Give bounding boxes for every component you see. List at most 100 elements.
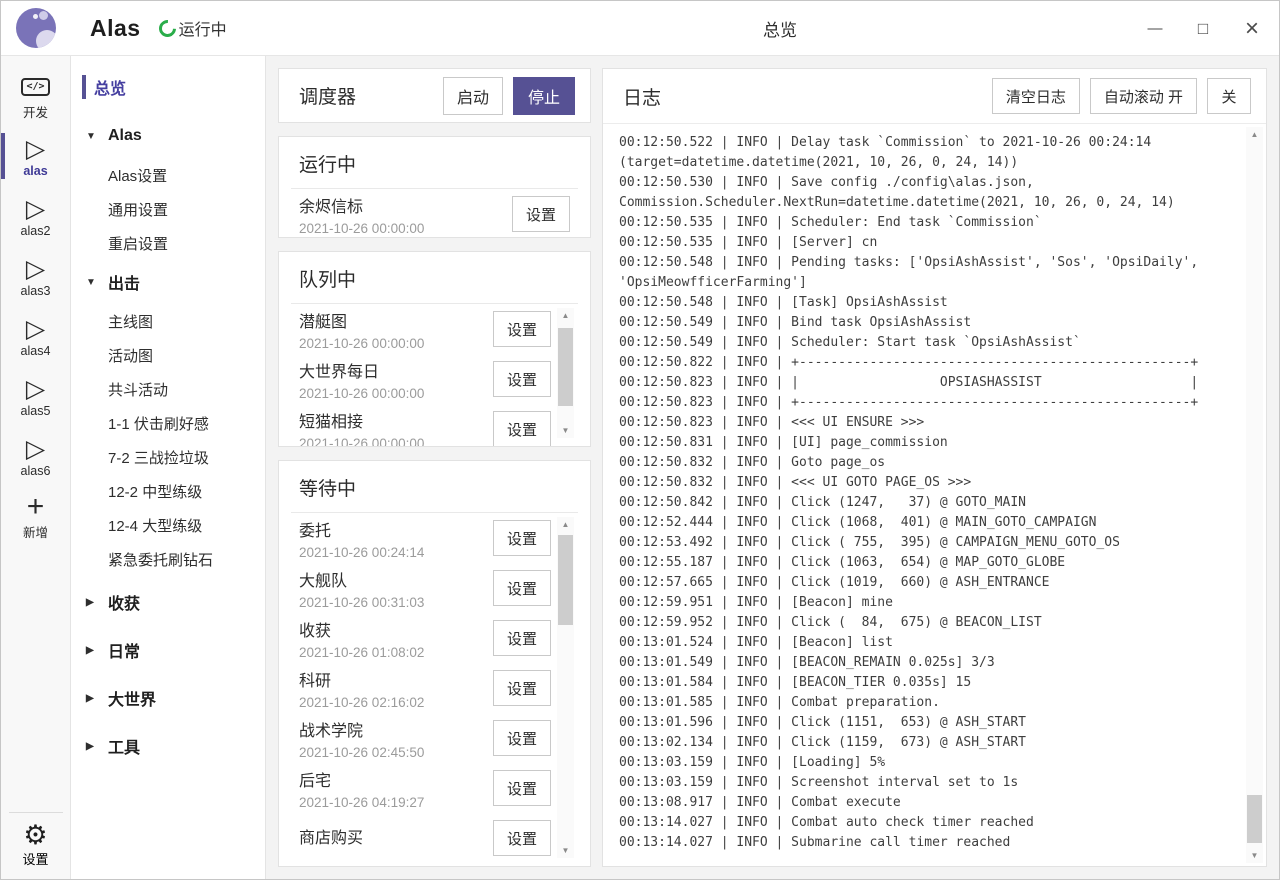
log-title: 日志 [623, 83, 982, 110]
rail-item-icon [26, 314, 45, 344]
menu-item[interactable]: 出击 [71, 260, 265, 304]
running-title: 运行中 [279, 137, 590, 188]
autoscroll-off-button[interactable]: 关 [1207, 78, 1251, 114]
rail-item-icon [26, 374, 45, 404]
scrollbar-thumb[interactable] [558, 328, 573, 406]
menu-item-label: 总览 [94, 75, 126, 99]
rail-item[interactable]: alas6 [1, 426, 70, 486]
maximize-icon[interactable]: □ [1192, 18, 1214, 40]
log-line: 00:13:01.549 | INFO | [BEACON_REMAIN 0.0… [619, 653, 1236, 673]
log-content[interactable]: 00:12:50.522 | INFO | Delay task `Commis… [603, 124, 1266, 866]
log-line: 00:12:57.665 | INFO | Click (1019, 660) … [619, 573, 1236, 593]
autoscroll-on-button[interactable]: 自动滚动 开 [1090, 78, 1197, 114]
task-row: 委托 2021-10-26 00:24:14 设置 [279, 513, 590, 563]
scrollbar-thumb[interactable] [1247, 795, 1262, 843]
menu-item[interactable]: 共斗活动 [71, 372, 265, 406]
task-info: 后宅 2021-10-26 04:19:27 [299, 767, 493, 810]
menu-item[interactable]: 重启设置 [71, 226, 265, 260]
scroll-up-icon[interactable] [557, 517, 574, 532]
task-config-button[interactable]: 设置 [493, 770, 551, 806]
scheduler-panel: 调度器 启动 停止 [278, 68, 591, 123]
log-scrollbar[interactable] [1246, 127, 1263, 863]
scroll-up-icon[interactable] [557, 308, 574, 323]
rail-item[interactable]: alas2 [1, 186, 70, 246]
task-config-button[interactable]: 设置 [493, 311, 551, 347]
log-line: 00:12:52.444 | INFO | Click (1068, 401) … [619, 513, 1236, 533]
rail-item[interactable]: alas3 [1, 246, 70, 306]
queued-task-list: 潜艇图 2021-10-26 00:00:00 设置 大世界每日 2021-10… [279, 304, 590, 447]
rail-item[interactable]: 新增 [1, 486, 70, 546]
log-line: 00:12:50.842 | INFO | Click (1247, 37) @… [619, 493, 1236, 513]
collapse-arrow-icon [86, 741, 108, 752]
task-row: 大舰队 2021-10-26 00:31:03 设置 [279, 563, 590, 613]
menu-item[interactable]: 日常 [71, 628, 265, 672]
task-info: 余烬信标 2021-10-26 00:00:00 [299, 193, 512, 236]
scroll-down-icon[interactable] [1246, 848, 1263, 863]
waiting-scrollbar[interactable] [557, 517, 574, 858]
task-config-button[interactable]: 设置 [512, 196, 570, 232]
menu-item-label: 大世界 [108, 686, 156, 710]
waiting-panel: 等待中 委托 2021-10-26 00:24:14 设置 [278, 460, 591, 867]
instance-rail: 开发 alas alas2 alas3 [1, 56, 71, 879]
task-config-button[interactable]: 设置 [493, 520, 551, 556]
rail-item[interactable]: alas5 [1, 366, 70, 426]
scroll-up-icon[interactable] [1246, 127, 1263, 142]
titlebar: Alas 运行中 总览 — □ × [1, 1, 1279, 56]
run-status: 运行中 [159, 16, 227, 40]
task-config-button[interactable]: 设置 [493, 720, 551, 756]
task-config-button[interactable]: 设置 [493, 411, 551, 447]
start-button[interactable]: 启动 [443, 77, 503, 115]
menu-item-label: 通用设置 [108, 199, 168, 220]
rail-item[interactable]: 开发 [1, 66, 70, 126]
close-icon[interactable]: × [1241, 18, 1263, 40]
menu-item[interactable]: 总览 [71, 70, 265, 104]
menu-item[interactable]: 12-2 中型练级 [71, 474, 265, 508]
scrollbar-thumb[interactable] [558, 535, 573, 625]
log-line: 00:12:50.549 | INFO | Bind task OpsiAshA… [619, 313, 1236, 333]
rail-item-label: alas2 [21, 224, 51, 238]
minimize-icon[interactable]: — [1143, 18, 1165, 40]
rail-settings-button[interactable]: 设置 [1, 815, 70, 873]
rail-item[interactable]: alas4 [1, 306, 70, 366]
menu-item-label: 1-1 伏击刷好感 [108, 413, 209, 434]
task-time: 2021-10-26 04:19:27 [299, 795, 493, 810]
rail-item-label: alas5 [21, 404, 51, 418]
task-config-button[interactable]: 设置 [493, 670, 551, 706]
menu-item-label: 7-2 三战捡垃圾 [108, 447, 209, 468]
menu-item-label: 12-4 大型练级 [108, 515, 202, 536]
clear-log-button[interactable]: 清空日志 [992, 78, 1080, 114]
menu-item[interactable]: 活动图 [71, 338, 265, 372]
menu-item[interactable]: 紧急委托刷钻石 [71, 542, 265, 576]
task-config-button[interactable]: 设置 [493, 570, 551, 606]
menu-item[interactable]: Alas [71, 114, 265, 158]
task-config-button[interactable]: 设置 [493, 361, 551, 397]
menu-item[interactable]: 大世界 [71, 676, 265, 720]
log-line: 00:12:50.549 | INFO | Scheduler: Start t… [619, 333, 1236, 353]
running-spinner-icon [155, 16, 179, 40]
task-info: 潜艇图 2021-10-26 00:00:00 [299, 308, 493, 351]
queued-scrollbar[interactable] [557, 308, 574, 438]
scroll-down-icon[interactable] [557, 423, 574, 438]
menu-item[interactable]: 通用设置 [71, 192, 265, 226]
rail-item[interactable]: alas [1, 126, 70, 186]
log-line: 00:12:50.823 | INFO | +-----------------… [619, 393, 1236, 413]
menu-item[interactable]: 7-2 三战捡垃圾 [71, 440, 265, 474]
menu-item[interactable]: 12-4 大型练级 [71, 508, 265, 542]
menu-item[interactable]: 主线图 [71, 304, 265, 338]
log-line: 00:12:59.951 | INFO | [Beacon] mine [619, 593, 1236, 613]
menu-item[interactable]: 工具 [71, 724, 265, 768]
main-area: 调度器 启动 停止 运行中 余烬信标 2021-10-26 00:00:0 [266, 56, 1279, 879]
menu-item[interactable]: 收获 [71, 580, 265, 624]
menu-item[interactable]: 1-1 伏击刷好感 [71, 406, 265, 440]
app-name: Alas [90, 15, 141, 42]
menu-item-label: Alas设置 [108, 165, 167, 186]
menu-item[interactable]: Alas设置 [71, 158, 265, 192]
task-name: 余烬信标 [299, 193, 512, 217]
scroll-down-icon[interactable] [557, 843, 574, 858]
stop-button[interactable]: 停止 [513, 77, 575, 115]
task-time: 2021-10-26 00:24:14 [299, 545, 493, 560]
task-config-button[interactable]: 设置 [493, 620, 551, 656]
task-config-button[interactable]: 设置 [493, 820, 551, 856]
task-info: 科研 2021-10-26 02:16:02 [299, 667, 493, 710]
waiting-title: 等待中 [279, 461, 590, 512]
